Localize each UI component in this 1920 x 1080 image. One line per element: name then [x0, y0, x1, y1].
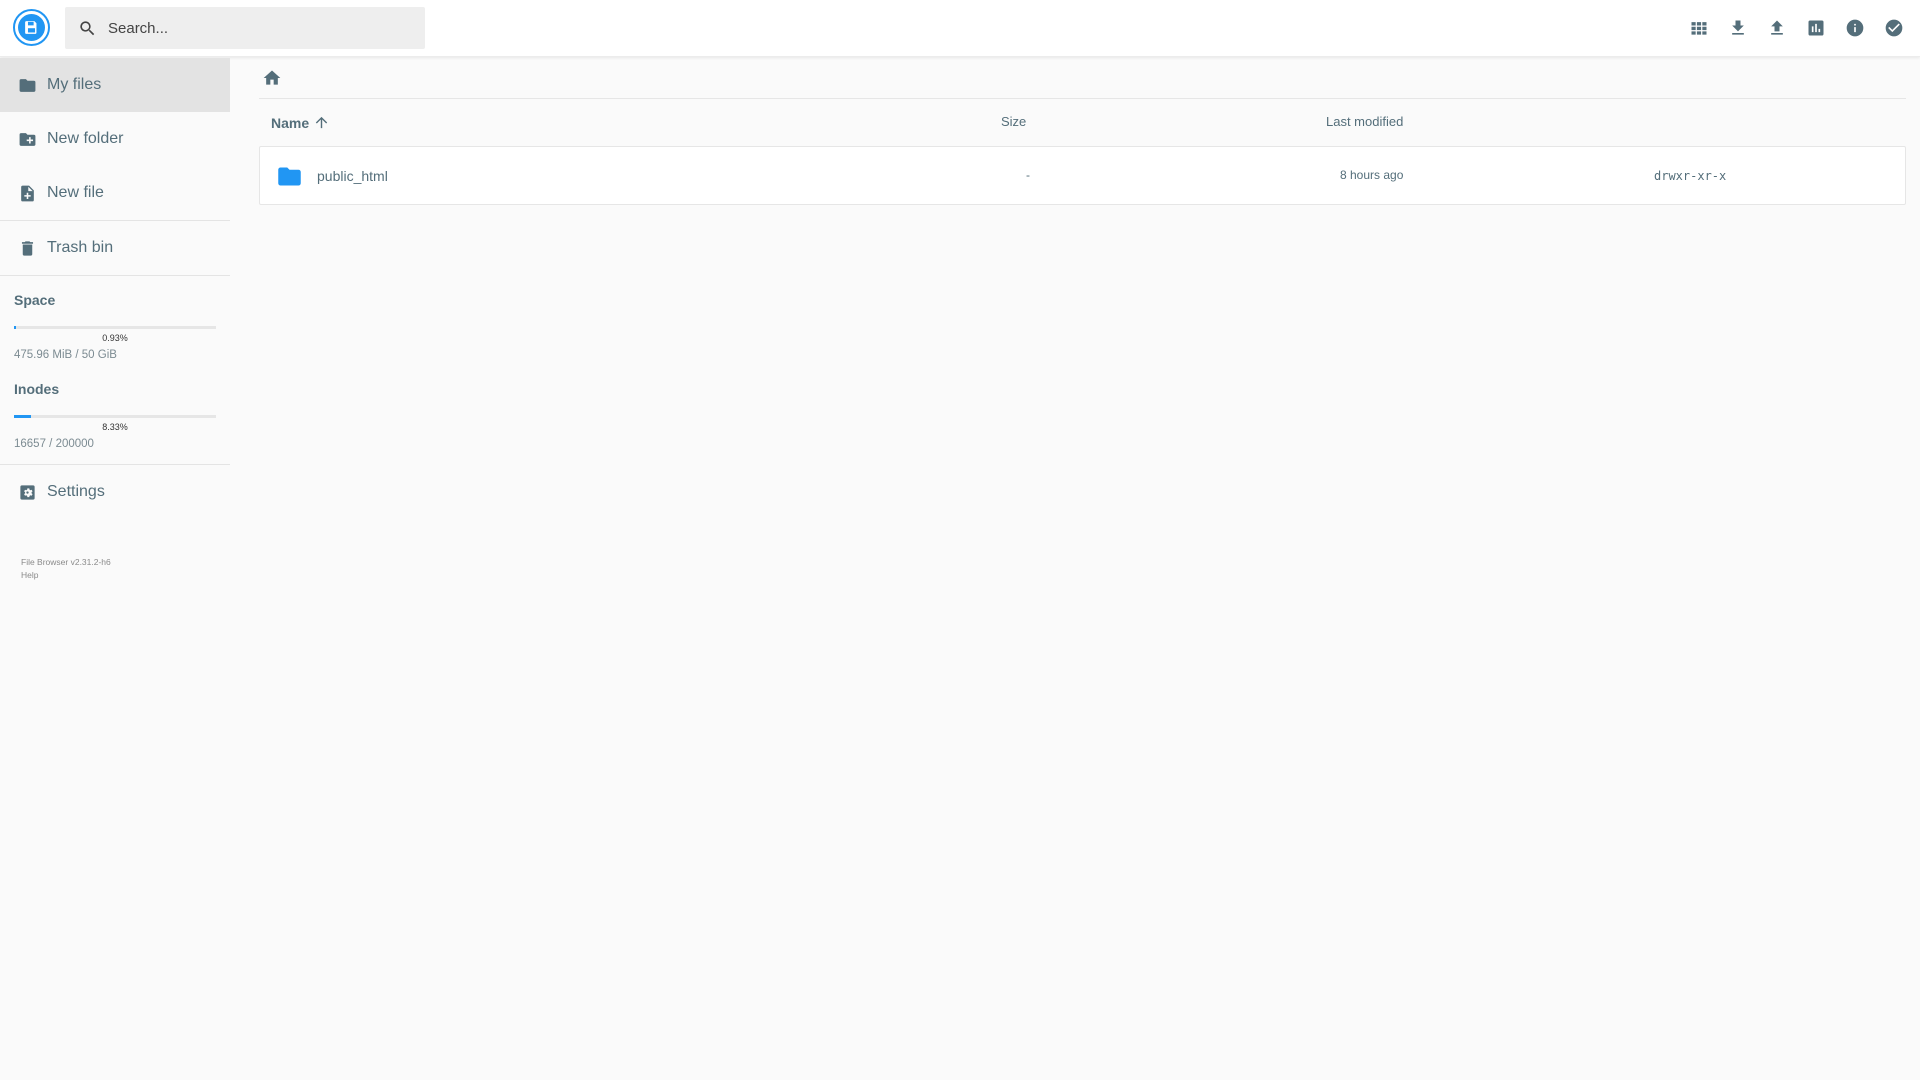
version-text: File Browser v2.31.2-h6: [21, 557, 111, 567]
sidebar-item-trash-bin[interactable]: Trash bin: [0, 221, 230, 275]
sidebar-item-label: New file: [47, 184, 104, 201]
info-button[interactable]: [1841, 14, 1869, 42]
top-bar: [0, 0, 1920, 57]
space-usage: 475.96 MiB / 50 GiB: [14, 349, 117, 361]
search-box[interactable]: [65, 7, 425, 49]
help-link[interactable]: Help: [21, 569, 230, 582]
inodes-progress-fill: [14, 415, 31, 418]
upload-button[interactable]: [1763, 14, 1791, 42]
breadcrumb: [259, 58, 1906, 99]
item-modified: 8 hours ago: [1340, 168, 1404, 182]
settings-icon: [20, 484, 35, 500]
list-item[interactable]: public_html - 8 hours ago drwxr-xr-x: [259, 146, 1906, 205]
item-permissions: drwxr-xr-x: [1654, 169, 1727, 183]
list-header: Name Size Last modified: [259, 99, 1906, 146]
inodes-title: Inodes: [14, 381, 60, 397]
sidebar-item-new-folder[interactable]: New folder: [0, 112, 230, 166]
sidebar-footer: File Browser v2.31.2-h6 Help: [0, 519, 230, 582]
arrow-up-icon: [315, 116, 328, 129]
column-name-label: Name: [271, 114, 310, 131]
item-name: public_html: [317, 168, 388, 184]
inodes-quota: Inodes 8.33% 16657 / 200000: [0, 361, 230, 450]
sidebar: My files New folder New file Trash bin S…: [0, 58, 230, 1080]
file-plus-icon: [21, 185, 34, 201]
floppy-disk-icon: [18, 14, 45, 41]
sidebar-item-new-file[interactable]: New file: [0, 166, 230, 220]
sidebar-item-my-files[interactable]: My files: [0, 58, 230, 112]
select-button[interactable]: [1880, 14, 1908, 42]
inodes-usage: 16657 / 200000: [14, 438, 94, 450]
search-icon: [80, 20, 95, 35]
space-progress-fill: [14, 326, 16, 329]
download-button[interactable]: [1724, 14, 1752, 42]
trash-icon: [21, 240, 34, 256]
info-icon: [1846, 19, 1864, 37]
folder-icon: [276, 163, 303, 195]
folder-plus-icon: [19, 132, 36, 146]
header-actions: [1685, 14, 1908, 42]
app-logo[interactable]: [13, 9, 50, 46]
check-circle-icon: [1885, 19, 1903, 37]
column-size-header[interactable]: Size: [1001, 114, 1026, 129]
disk-usage-button[interactable]: [1802, 14, 1830, 42]
column-modified-header[interactable]: Last modified: [1326, 114, 1403, 129]
bar-chart-icon: [1808, 20, 1824, 36]
space-quota: Space 0.93% 475.96 MiB / 50 GiB: [0, 276, 230, 361]
home-icon[interactable]: [262, 68, 282, 88]
item-size: -: [1026, 168, 1030, 182]
grid-view-button[interactable]: [1685, 14, 1713, 42]
search-input[interactable]: [108, 19, 408, 37]
column-name-header[interactable]: Name: [271, 114, 330, 131]
space-percent: 0.93%: [102, 333, 128, 343]
sidebar-item-settings[interactable]: Settings: [0, 465, 230, 519]
inodes-percent: 8.33%: [102, 422, 128, 432]
sidebar-item-label: Settings: [47, 483, 105, 500]
upload-icon: [1771, 20, 1783, 35]
space-title: Space: [14, 292, 56, 308]
sidebar-item-label: Trash bin: [47, 239, 114, 256]
file-listing: Name Size Last modified public_html - 8 …: [259, 58, 1906, 1080]
download-icon: [1732, 20, 1744, 35]
grid-view-icon: [1691, 22, 1707, 35]
sidebar-item-label: My files: [47, 76, 102, 93]
inodes-progress-bar: [14, 415, 216, 418]
sidebar-item-label: New folder: [47, 130, 124, 147]
folder-icon: [19, 78, 36, 92]
space-progress-bar: [14, 326, 216, 329]
